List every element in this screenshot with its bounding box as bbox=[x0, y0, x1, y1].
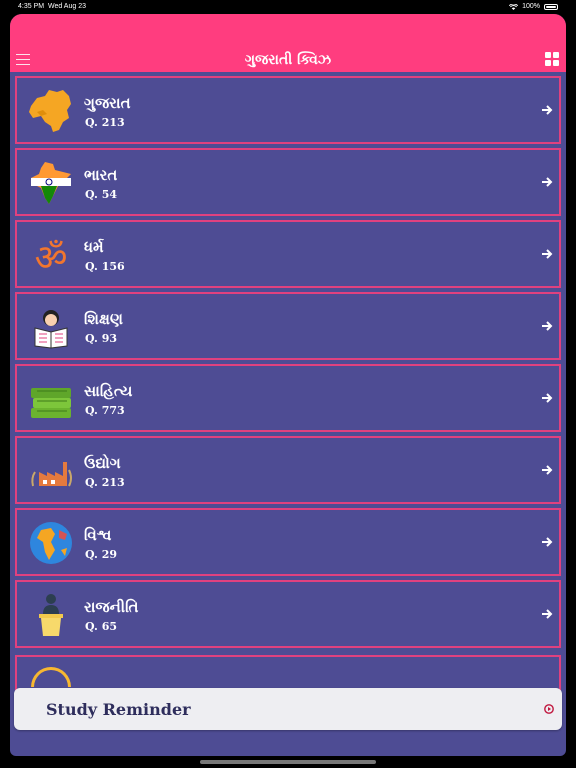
category-row-religion[interactable]: ॐ ધર્મ Q. 156 bbox=[15, 220, 561, 288]
question-count: Q. 54 bbox=[85, 188, 118, 201]
category-row-world[interactable]: વિશ્વ Q. 29 bbox=[15, 508, 561, 576]
category-row-politics[interactable]: રાજનીતિ Q. 65 bbox=[15, 580, 561, 648]
partial-category-icon bbox=[31, 667, 71, 687]
arrow-right-icon bbox=[542, 609, 553, 619]
arrow-right-icon bbox=[542, 105, 553, 115]
category-row-literature[interactable]: સાહિત્ય Q. 773 bbox=[15, 364, 561, 432]
podium-speaker-icon bbox=[39, 594, 63, 636]
category-row-education[interactable]: શિક્ષણ Q. 93 bbox=[15, 292, 561, 360]
arrow-right-icon bbox=[542, 393, 553, 403]
arrow-right-icon bbox=[542, 537, 553, 547]
question-count: Q. 156 bbox=[85, 260, 125, 273]
page-title: ગુજરાતી ક્વિઝ bbox=[244, 52, 332, 68]
battery-icon bbox=[544, 3, 558, 10]
india-map-icon bbox=[31, 162, 71, 204]
category-title: વિશ્વ bbox=[84, 526, 112, 544]
play-circle-icon bbox=[544, 704, 554, 714]
battery-percent: 100% bbox=[522, 3, 540, 10]
question-count: Q. 93 bbox=[85, 332, 118, 345]
question-count: Q. 213 bbox=[85, 476, 125, 489]
globe-icon bbox=[30, 522, 72, 564]
study-reminder-button[interactable]: Study Reminder bbox=[14, 688, 562, 730]
arrow-right-icon bbox=[542, 465, 553, 475]
home-indicator[interactable] bbox=[200, 760, 376, 764]
status-time: 4:35 PM Wed Aug 23 bbox=[18, 3, 86, 10]
category-row-industry[interactable]: ઉદ્યોગ Q. 213 bbox=[15, 436, 561, 504]
grid-icon[interactable] bbox=[545, 52, 559, 66]
wifi-icon bbox=[509, 3, 519, 10]
svg-text:ॐ: ॐ bbox=[35, 238, 68, 278]
books-icon bbox=[31, 388, 71, 418]
arrow-right-icon bbox=[542, 177, 553, 187]
category-title: ભારત bbox=[84, 166, 118, 184]
study-reminder-label: Study Reminder bbox=[46, 700, 191, 719]
arrow-right-icon bbox=[542, 321, 553, 331]
arrow-right-icon bbox=[542, 249, 553, 259]
gujarat-map-icon bbox=[29, 90, 71, 132]
status-date-text: Wed Aug 23 bbox=[47, 3, 86, 10]
status-right: 100% bbox=[509, 3, 558, 10]
om-icon: ॐ bbox=[35, 238, 68, 278]
question-count: Q. 773 bbox=[85, 404, 125, 417]
category-title: ઉદ્યોગ bbox=[84, 454, 121, 472]
category-row-gujarat[interactable]: ગુજરાત Q. 213 bbox=[15, 76, 561, 144]
status-time-text: 4:35 PM bbox=[18, 3, 45, 10]
question-count: Q. 29 bbox=[85, 548, 118, 561]
category-row-india[interactable]: ભારત Q. 54 bbox=[15, 148, 561, 216]
category-title: સાહિત્ય bbox=[84, 382, 133, 400]
factory-icon bbox=[31, 462, 72, 487]
category-title: શિક્ષણ bbox=[84, 310, 123, 328]
category-title: ગુજરાત bbox=[84, 94, 131, 112]
question-count: Q. 65 bbox=[85, 620, 118, 633]
category-title: ધર્મ bbox=[84, 238, 104, 256]
question-count: Q. 213 bbox=[85, 116, 125, 129]
student-reading-icon bbox=[34, 310, 68, 349]
app-window: ગુજરાતી ક્વિઝ ગુજરાત Q. 213 ભારત Q. 54 ॐ… bbox=[10, 14, 566, 756]
app-header: ગુજરાતી ક્વિઝ bbox=[10, 14, 566, 72]
status-bar: 4:35 PM Wed Aug 23 100% bbox=[0, 0, 576, 14]
category-title: રાજનીતિ bbox=[84, 598, 139, 616]
